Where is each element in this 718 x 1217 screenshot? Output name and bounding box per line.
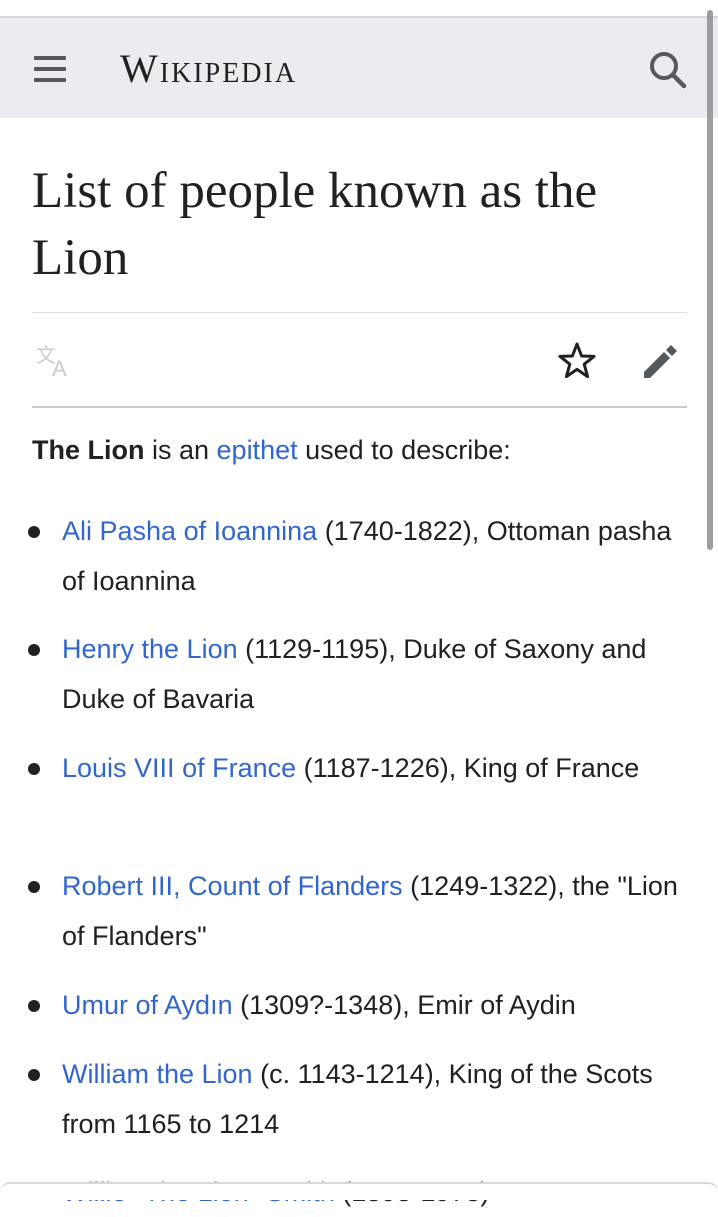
bullet: [28, 1069, 40, 1081]
entry-link[interactable]: William the Lion: [62, 1059, 253, 1089]
intro-text-b: used to describe:: [297, 435, 511, 465]
scrollbar[interactable]: [707, 10, 713, 550]
list-item-text: William the Lion (c. 1143-1214), King of…: [62, 1049, 690, 1149]
list-item-text: Henry the Lion (1129-1195), Duke of Saxo…: [62, 624, 690, 724]
bullet: [28, 526, 40, 538]
intro-text-a: is an: [144, 435, 217, 465]
bottom-sheet-edge: [0, 1182, 718, 1200]
entry-link[interactable]: Henry the Lion: [62, 634, 238, 664]
entry-link[interactable]: Robert III, Count of Flanders: [62, 871, 403, 901]
status-area: [0, 0, 718, 16]
star-icon[interactable]: [554, 338, 600, 384]
list-item-text: Umur of Aydın (1309?-1348), Emir of Aydi…: [62, 980, 690, 1030]
entry-description: (1309?-1348), Emir of Aydin: [232, 990, 576, 1020]
list-item-text: Ali Pasha of Ioannina (1740-1822), Ottom…: [62, 506, 690, 606]
intro-paragraph: The Lion is an epithet used to describe:: [32, 430, 692, 470]
bullet: [28, 644, 40, 656]
list-item-text: Robert III, Count of Flanders (1249-1322…: [62, 861, 690, 961]
toolbar-divider: [32, 406, 687, 408]
entry-link[interactable]: Ali Pasha of Ioannina: [62, 516, 317, 546]
search-icon[interactable]: [640, 44, 696, 94]
bullet: [28, 881, 40, 893]
entry-link[interactable]: Louis VIII of France: [62, 753, 296, 783]
list-item-text: Louis VIII of France (1187-1226), King o…: [62, 743, 690, 793]
language-icon[interactable]: 文 A: [34, 340, 82, 382]
menu-icon[interactable]: [22, 44, 78, 94]
svg-text:A: A: [52, 356, 67, 381]
bullet: [28, 763, 40, 775]
wikipedia-wordmark[interactable]: Wikipedia: [120, 46, 297, 92]
page-title: List of people known as the Lion: [32, 163, 598, 286]
bullet: [28, 1000, 40, 1012]
intro-bold-term: The Lion: [32, 435, 145, 465]
entry-link[interactable]: Umur of Aydın: [62, 990, 233, 1020]
title-divider: [32, 312, 687, 313]
site-header: Wikipedia: [0, 16, 718, 118]
entry-description: (1187-1226), King of France: [296, 753, 640, 783]
pencil-icon[interactable]: [638, 338, 684, 384]
epithet-link[interactable]: epithet: [217, 435, 298, 465]
